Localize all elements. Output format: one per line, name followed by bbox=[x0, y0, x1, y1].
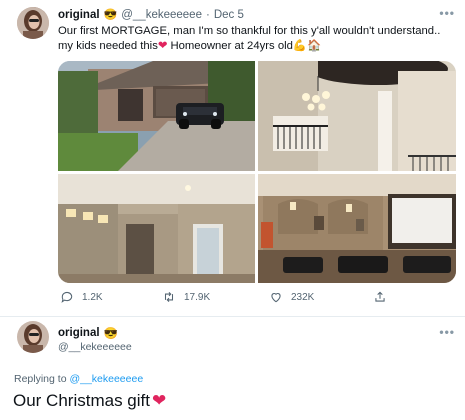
heart-emoji: ❤ bbox=[157, 40, 168, 52]
tweet-text-part-a: my kids needed this bbox=[58, 40, 158, 52]
author-avatar[interactable] bbox=[17, 7, 49, 39]
foyer-chandelier-photo[interactable] bbox=[258, 61, 456, 171]
more-options-icon[interactable]: ••• bbox=[439, 6, 455, 20]
reply-author-avatar[interactable] bbox=[17, 321, 49, 353]
reply-count: 1.2K bbox=[82, 291, 103, 303]
reply-text-content: Our Christmas gift bbox=[13, 391, 150, 410]
like-button[interactable]: 232K bbox=[269, 290, 314, 304]
tweet-header: original 😎 @__kekeeeeee · Dec 5 bbox=[58, 8, 244, 22]
author-handle[interactable]: @__kekeeeeee bbox=[121, 9, 202, 21]
hallway-photo[interactable] bbox=[58, 174, 255, 283]
reply-text: Our Christmas gift ❤ bbox=[13, 391, 166, 411]
heart-emoji: ❤ bbox=[151, 391, 167, 410]
reply-author-name[interactable]: original bbox=[58, 327, 100, 339]
tweet-date[interactable]: Dec 5 bbox=[214, 9, 244, 21]
sunglasses-emoji: 😎 bbox=[103, 328, 118, 340]
replying-mention-link[interactable]: @__kekeeeeee bbox=[69, 373, 143, 385]
sunglasses-emoji: 😎 bbox=[103, 9, 118, 21]
separator-dot: · bbox=[205, 8, 210, 21]
reply-more-options-icon[interactable]: ••• bbox=[439, 325, 455, 339]
replying-prefix: Replying to bbox=[14, 373, 70, 385]
reply-author-handle[interactable]: @__kekeeeeee bbox=[58, 341, 132, 353]
reply-icon bbox=[61, 291, 73, 303]
share-button[interactable] bbox=[373, 290, 387, 304]
tweet-text-line-2: my kids needed this❤ Homeowner at 24yrs … bbox=[58, 39, 458, 54]
reply-button[interactable]: 1.2K bbox=[60, 290, 103, 304]
tweet-actions: 1.2K 17.9K 232K bbox=[58, 290, 403, 308]
reply-author-name-row: original 😎 bbox=[58, 326, 118, 340]
muscle-house-emoji: 💪🏠 bbox=[292, 40, 322, 52]
retweet-count: 17.9K bbox=[184, 291, 211, 303]
tweet[interactable]: original 😎 @__kekeeeeee · Dec 5 ••• Our … bbox=[0, 0, 465, 317]
heart-icon bbox=[271, 293, 281, 303]
media-room-photo[interactable] bbox=[258, 174, 456, 283]
retweet-button[interactable]: 17.9K bbox=[162, 290, 210, 304]
author-name[interactable]: original bbox=[58, 9, 100, 21]
tweet-text-line-1: Our first MORTGAGE, man I'm so thankful … bbox=[58, 25, 441, 37]
house-exterior-photo[interactable] bbox=[58, 61, 255, 171]
tweet-text-part-b: Homeowner at 24yrs old bbox=[167, 40, 293, 52]
tweet-text: Our first MORTGAGE, man I'm so thankful … bbox=[58, 24, 458, 54]
retweet-icon bbox=[164, 291, 174, 303]
share-icon bbox=[375, 291, 385, 302]
like-count: 232K bbox=[291, 291, 315, 303]
media-grid bbox=[58, 61, 456, 283]
replying-to: Replying to @__kekeeeeee bbox=[14, 373, 143, 385]
